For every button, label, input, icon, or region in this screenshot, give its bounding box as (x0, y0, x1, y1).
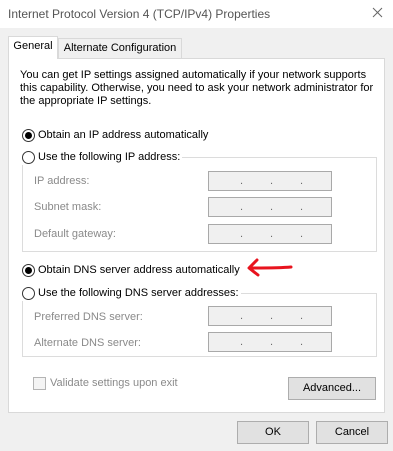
cancel-button[interactable]: Cancel (316, 421, 388, 444)
close-button[interactable] (367, 2, 389, 24)
default-gateway-label: Default gateway: (34, 228, 116, 240)
obtain-dns-auto-radio[interactable]: Obtain DNS server address automatically (22, 262, 242, 278)
preferred-dns-label: Preferred DNS server: (34, 311, 143, 323)
use-following-ip-label: Use the following IP address: (38, 151, 181, 163)
advanced-button[interactable]: Advanced... (288, 377, 376, 400)
ip-address-label: IP address: (34, 175, 90, 187)
title-bar: Internet Protocol Version 4 (TCP/IPv4) P… (0, 0, 393, 28)
use-following-dns-radio[interactable]: Use the following DNS server addresses: (22, 285, 241, 301)
radio-checked-icon (22, 263, 35, 277)
ip-address-input: ... (208, 171, 332, 191)
validate-settings-checkbox: Validate settings upon exit (33, 376, 178, 390)
default-gateway-input: ... (208, 224, 332, 244)
use-following-dns-label: Use the following DNS server addresses: (38, 287, 239, 299)
alternate-dns-label: Alternate DNS server: (34, 337, 141, 349)
description-text: You can get IP settings assigned automat… (20, 69, 374, 107)
close-icon (372, 7, 383, 18)
alternate-dns-input: ... (208, 332, 332, 352)
subnet-mask-label: Subnet mask: (34, 201, 102, 213)
window-title: Internet Protocol Version 4 (TCP/IPv4) P… (8, 7, 271, 21)
preferred-dns-input: ... (208, 306, 332, 326)
obtain-ip-auto-label: Obtain an IP address automatically (38, 129, 209, 141)
obtain-dns-auto-label: Obtain DNS server address automatically (38, 264, 240, 276)
tab-general[interactable]: General (8, 36, 58, 59)
radio-unchecked-icon (22, 286, 35, 300)
ok-button[interactable]: OK (237, 421, 309, 444)
checkbox-icon (33, 376, 46, 390)
subnet-mask-input: ... (208, 197, 332, 217)
validate-settings-label: Validate settings upon exit (50, 377, 178, 389)
red-arrow-icon (247, 258, 293, 277)
radio-checked-icon (22, 128, 35, 142)
radio-unchecked-icon (22, 150, 35, 164)
obtain-ip-auto-radio[interactable]: Obtain an IP address automatically (22, 127, 211, 143)
use-following-ip-radio[interactable]: Use the following IP address: (22, 149, 183, 165)
tab-alternate-configuration[interactable]: Alternate Configuration (58, 38, 182, 58)
